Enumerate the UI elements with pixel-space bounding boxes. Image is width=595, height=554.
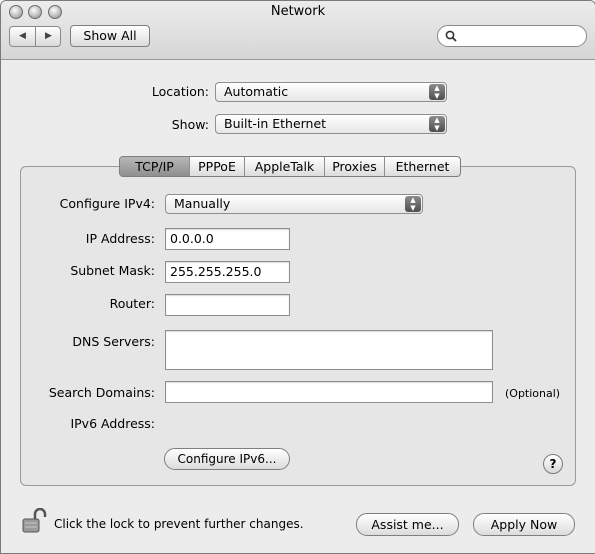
- dns-servers-field[interactable]: [165, 330, 493, 370]
- configure-ipv4-popup[interactable]: Manually ▲ ▼: [165, 194, 423, 214]
- tab-bar: TCP/IP PPPoE AppleTalk Proxies Ethernet: [119, 156, 461, 177]
- assist-me-button[interactable]: Assist me...: [356, 513, 459, 536]
- tab-proxies[interactable]: Proxies: [325, 157, 385, 176]
- optional-note: (Optional): [505, 387, 561, 400]
- subnet-mask-label: Subnet Mask:: [70, 263, 155, 278]
- tab-ethernet[interactable]: Ethernet: [385, 157, 460, 176]
- subnet-mask-field[interactable]: 255.255.255.0: [165, 261, 290, 283]
- popup-arrows-icon: ▲ ▼: [405, 196, 421, 212]
- ipv6-address-label: IPv6 Address:: [70, 416, 155, 431]
- lock-icon[interactable]: [21, 508, 47, 534]
- tab-appletalk[interactable]: AppleTalk: [245, 157, 325, 176]
- location-popup[interactable]: Automatic ▲ ▼: [215, 82, 447, 102]
- configure-ipv4-value: Manually: [174, 196, 231, 211]
- window-title: Network: [270, 4, 326, 19]
- ip-address-field[interactable]: 0.0.0.0: [165, 228, 290, 250]
- router-label: Router:: [109, 296, 155, 311]
- show-popup[interactable]: Built-in Ethernet ▲ ▼: [215, 114, 447, 134]
- back-arrow-icon[interactable]: ◀: [10, 27, 36, 46]
- dns-servers-label: DNS Servers:: [72, 334, 155, 349]
- search-domains-label: Search Domains:: [48, 385, 155, 400]
- popup-arrows-icon: ▲ ▼: [429, 84, 445, 100]
- location-label: Location:: [151, 84, 209, 99]
- help-button[interactable]: ?: [543, 454, 563, 474]
- network-preferences-window: Network ◀ ▶ Show All Location: Automatic…: [0, 0, 595, 554]
- title-toolbar: Network ◀ ▶ Show All: [1, 1, 595, 60]
- search-domains-field[interactable]: [165, 381, 493, 403]
- forward-arrow-icon[interactable]: ▶: [36, 27, 61, 46]
- nav-back-forward: ◀ ▶: [9, 26, 61, 47]
- router-field[interactable]: [165, 294, 290, 316]
- configure-ipv6-button[interactable]: Configure IPv6...: [164, 448, 290, 470]
- tab-tcpip[interactable]: TCP/IP: [120, 157, 190, 176]
- show-label: Show:: [171, 117, 209, 132]
- location-value: Automatic: [224, 84, 289, 99]
- ip-address-label: IP Address:: [85, 231, 155, 246]
- popup-arrows-icon: ▲ ▼: [429, 116, 445, 132]
- lock-message: Click the lock to prevent further change…: [54, 517, 304, 531]
- search-icon: [445, 30, 457, 42]
- tab-pppoe[interactable]: PPPoE: [190, 157, 245, 176]
- search-field[interactable]: [437, 25, 587, 47]
- show-value: Built-in Ethernet: [224, 116, 327, 131]
- configure-ipv4-label: Configure IPv4:: [59, 196, 155, 211]
- show-all-button[interactable]: Show All: [70, 25, 150, 47]
- tab-panel: [20, 166, 576, 486]
- apply-now-button[interactable]: Apply Now: [473, 513, 575, 536]
